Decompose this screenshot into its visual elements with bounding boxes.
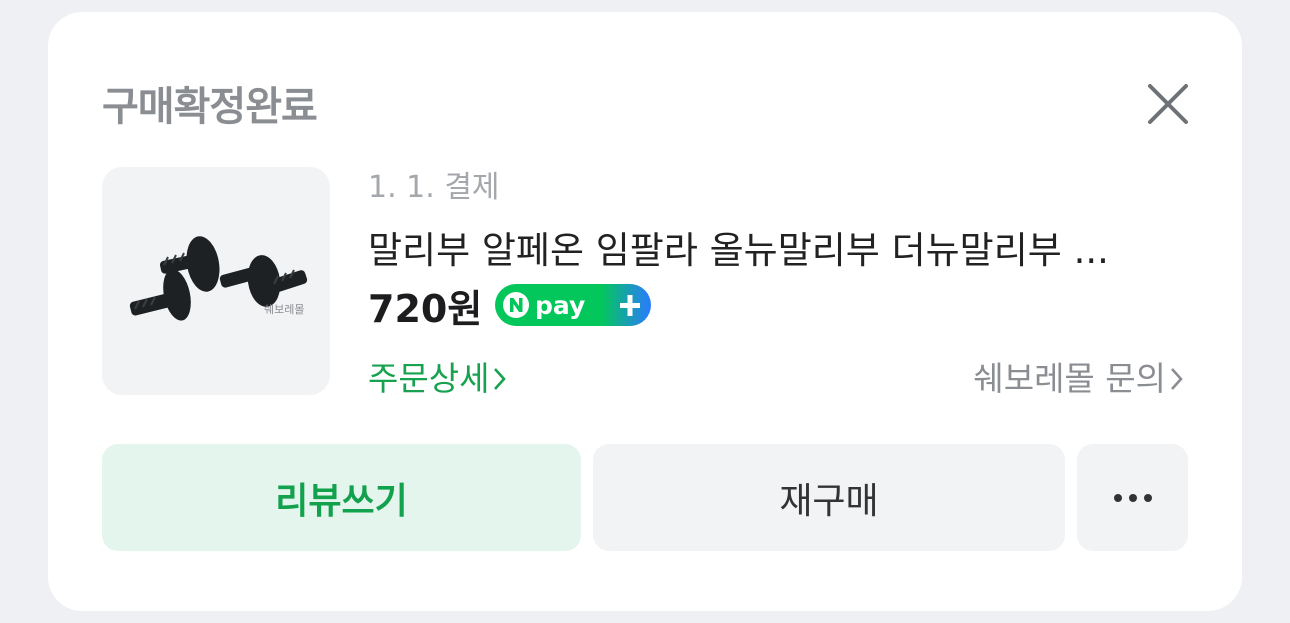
close-button[interactable]: [1144, 80, 1192, 128]
chevron-right-icon: [494, 368, 507, 390]
more-icon: [1113, 493, 1152, 502]
rebuy-button[interactable]: 재구매: [593, 444, 1065, 551]
npay-plus-logo: pay: [495, 284, 651, 326]
product-image: 쉐보레몰: [129, 236, 308, 321]
store-inquiry-label: 쉐보레몰 문의: [973, 359, 1166, 398]
order-complete-card: 구매확정완료 쉐보레몰 1. 1. 결제 말리부 알페온 임팔라 올뉴말리부 더…: [48, 12, 1242, 611]
write-review-button[interactable]: 리뷰쓰기: [102, 444, 581, 551]
page-title: 구매확정완료: [102, 84, 318, 130]
close-icon: [1148, 84, 1188, 124]
product-name[interactable]: 말리부 알페온 임팔라 올뉴말리부 더뉴말리부 ...: [368, 220, 1168, 274]
order-detail-link[interactable]: 주문상세: [368, 352, 509, 400]
order-date: 1. 1. 결제: [368, 170, 500, 205]
store-inquiry-link[interactable]: 쉐보레몰 문의: [973, 352, 1186, 400]
more-options-button[interactable]: [1077, 444, 1188, 551]
product-price: 720원: [368, 287, 483, 331]
svg-text:쉐보레몰: 쉐보레몰: [264, 303, 304, 316]
order-detail-label: 주문상세: [368, 359, 490, 398]
chevron-right-icon: [1171, 368, 1183, 390]
svg-text:pay: pay: [535, 291, 585, 320]
product-thumbnail[interactable]: 쉐보레몰: [102, 167, 330, 395]
